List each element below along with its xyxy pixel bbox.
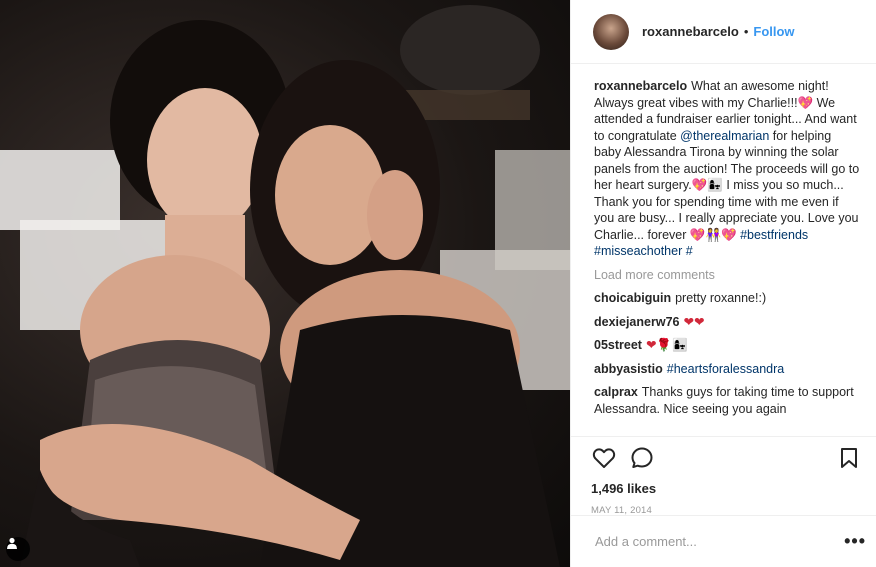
header-username[interactable]: roxannebarcelo bbox=[642, 24, 739, 39]
caption-hashtag-2[interactable]: #misseachother bbox=[594, 244, 682, 258]
more-options-icon[interactable]: ••• bbox=[844, 531, 866, 552]
comment-text: pretty roxanne!:) bbox=[675, 291, 767, 305]
heart-icon[interactable] bbox=[591, 445, 617, 471]
comment-username[interactable]: dexiejanerw76 bbox=[594, 315, 679, 329]
comment-item: 05street ❤🌹👩‍👧 bbox=[594, 337, 860, 354]
caption-hashtag-1[interactable]: #bestfriends bbox=[740, 228, 808, 242]
comment-text: ❤❤ bbox=[683, 314, 705, 329]
add-comment-bar: ••• bbox=[571, 515, 876, 567]
load-more-comments-button[interactable]: Load more comments bbox=[594, 267, 860, 284]
comment-item: calprax Thanks guys for taking time to su… bbox=[594, 384, 860, 417]
action-icons-row bbox=[591, 443, 862, 473]
caption-username[interactable]: roxannebarcelo bbox=[594, 79, 687, 93]
photo-illustration bbox=[0, 5, 570, 567]
caption-hashtag-3[interactable]: # bbox=[686, 244, 693, 258]
comment-username[interactable]: choicabiguin bbox=[594, 291, 671, 305]
header-separator: • bbox=[743, 24, 749, 39]
comment-username[interactable]: abbyasistio bbox=[594, 362, 663, 376]
avatar[interactable] bbox=[593, 13, 629, 50]
comment-icon[interactable] bbox=[629, 445, 655, 471]
comment-username[interactable]: 05street bbox=[594, 338, 642, 352]
comment-username[interactable]: calprax bbox=[594, 385, 638, 399]
user-tag-icon[interactable] bbox=[6, 537, 30, 561]
caption-emoji-1: 💖 bbox=[797, 95, 814, 110]
likes-count[interactable]: 1,496 likes bbox=[591, 481, 862, 496]
caption-emoji-3: 💖👭💖 bbox=[689, 227, 737, 242]
comment-hashtag[interactable]: #heartsforalessandra bbox=[667, 362, 784, 376]
caption-emoji-2: 💖👩‍👧 bbox=[691, 178, 723, 192]
comment-item: dexiejanerw76 ❤❤ bbox=[594, 314, 860, 331]
comment-item: abbyasistio #heartsforalessandra bbox=[594, 361, 860, 378]
caption-mention[interactable]: @therealmarian bbox=[680, 129, 769, 143]
post-header: roxannebarcelo • Follow bbox=[571, 0, 876, 64]
bookmark-icon[interactable] bbox=[836, 445, 862, 471]
follow-button[interactable]: Follow bbox=[753, 24, 794, 39]
post-photo[interactable] bbox=[0, 0, 570, 567]
add-comment-input[interactable] bbox=[593, 533, 845, 550]
comments-section[interactable]: roxannebarcelo What an awesome night! Alw… bbox=[571, 64, 876, 436]
comment-text: ❤🌹👩‍👧 bbox=[645, 338, 688, 352]
caption: roxannebarcelo What an awesome night! Alw… bbox=[594, 78, 860, 260]
comment-item: choicabiguin pretty roxanne!:) bbox=[594, 290, 860, 307]
post-sidebar: roxannebarcelo • Follow roxannebarcelo Wh… bbox=[570, 0, 876, 567]
instagram-post: roxannebarcelo • Follow roxannebarcelo Wh… bbox=[0, 0, 876, 567]
